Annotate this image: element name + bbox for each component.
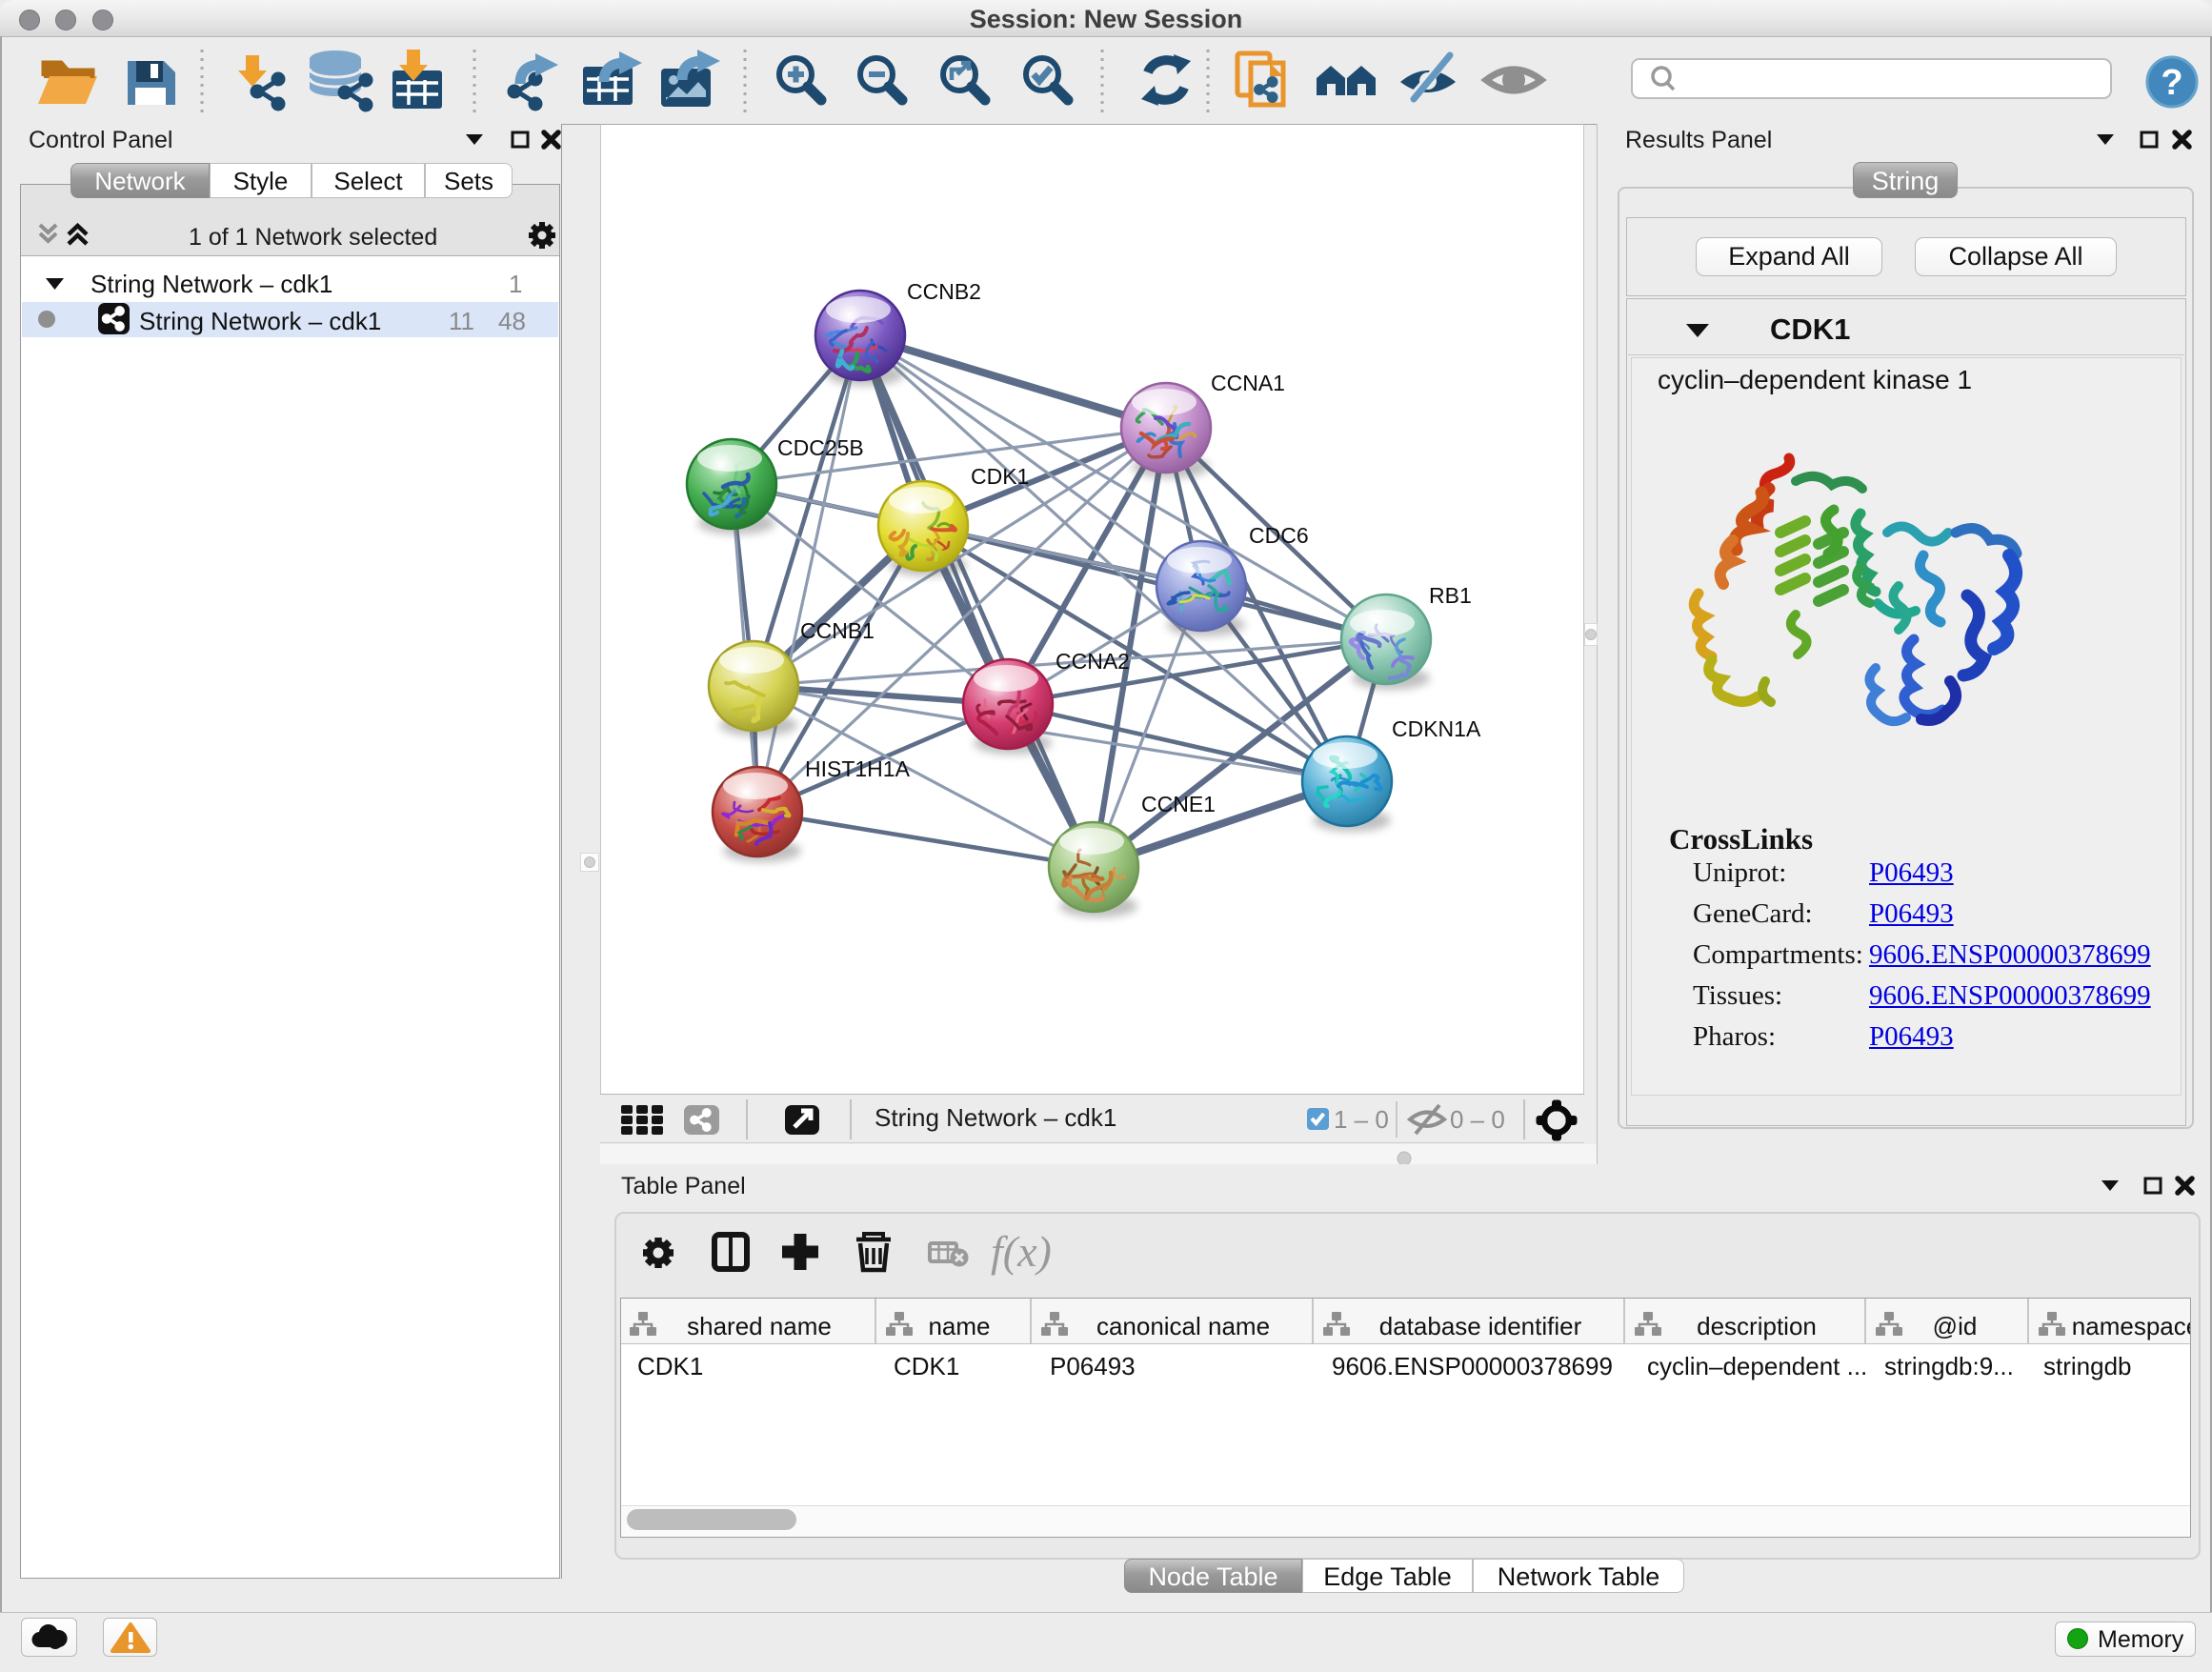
- svg-text:CCNB1: CCNB1: [800, 618, 875, 643]
- svg-text:shared name: shared name: [687, 1312, 832, 1340]
- svg-text:@id: @id: [1933, 1312, 1978, 1340]
- svg-text:description: description: [1697, 1312, 1817, 1340]
- svg-text:CCNB2: CCNB2: [907, 279, 981, 304]
- svg-text:database identifier: database identifier: [1379, 1312, 1582, 1340]
- svg-text:CDKN1A: CDKN1A: [1392, 716, 1481, 741]
- svg-text:CDC6: CDC6: [1249, 523, 1309, 548]
- svg-text:CDC25B: CDC25B: [777, 435, 864, 460]
- svg-text:CDK1: CDK1: [971, 464, 1029, 489]
- svg-text:namespace: namespace: [2072, 1312, 2190, 1340]
- svg-text:CCNA1: CCNA1: [1211, 371, 1285, 395]
- svg-text:canonical name: canonical name: [1096, 1312, 1270, 1340]
- svg-text:name: name: [928, 1312, 990, 1340]
- svg-text:RB1: RB1: [1429, 583, 1472, 608]
- svg-text:HIST1H1A: HIST1H1A: [805, 756, 911, 781]
- svg-text:CCNA2: CCNA2: [1056, 649, 1130, 674]
- svg-text:CCNE1: CCNE1: [1141, 792, 1216, 816]
- svg-text:?: ?: [2161, 63, 2182, 103]
- svg-text:f(x): f(x): [991, 1227, 1052, 1276]
